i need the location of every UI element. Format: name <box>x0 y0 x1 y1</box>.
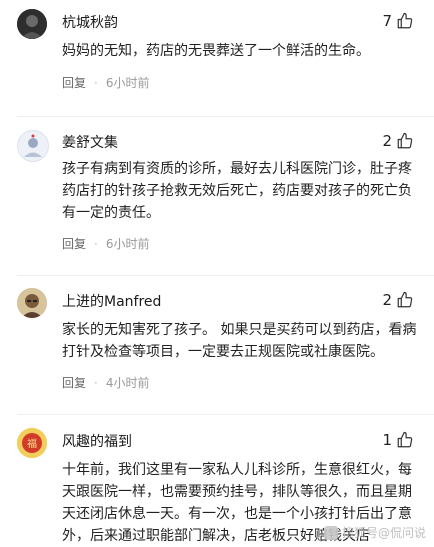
sohu-logo-icon <box>323 525 338 540</box>
username[interactable]: 风趣的福到 <box>62 433 132 451</box>
reply-button[interactable]: 回复 <box>62 374 86 391</box>
like-button[interactable]: 1 <box>382 431 414 449</box>
comment-meta: 回复 · 6小时前 <box>62 74 149 91</box>
username[interactable]: 杭城秋韵 <box>62 14 118 32</box>
divider <box>17 116 434 117</box>
divider <box>17 275 434 276</box>
like-button[interactable]: 2 <box>382 132 414 150</box>
divider <box>17 414 434 415</box>
separator-dot: · <box>94 75 98 90</box>
thumbs-up-icon <box>397 12 413 29</box>
like-button[interactable]: 2 <box>382 291 414 309</box>
timestamp: 6小时前 <box>105 76 150 90</box>
watermark: 搜狐号@侃问说 <box>323 524 426 541</box>
comment-text: 妈妈的无知，药店的无畏葬送了一个鲜活的生命。 <box>62 43 370 59</box>
watermark-text: 搜狐号@侃问说 <box>341 526 426 540</box>
comment-meta: 回复 · 4小时前 <box>62 374 149 391</box>
comment-text: 孩子有病到有资质的诊所，最好去儿科医院门诊，肚子疼药店打的针孩子抢救无效后死亡，… <box>62 161 412 221</box>
reply-button[interactable]: 回复 <box>62 235 86 252</box>
thumbs-up-icon <box>397 431 413 448</box>
separator-dot: · <box>94 236 98 251</box>
like-count: 7 <box>382 12 392 30</box>
like-count: 2 <box>382 291 392 309</box>
avatar[interactable] <box>17 288 47 318</box>
comment-meta: 回复 · 6小时前 <box>62 235 149 252</box>
username[interactable]: 姜舒文集 <box>62 134 118 152</box>
timestamp: 4小时前 <box>105 376 150 390</box>
separator-dot: · <box>94 375 98 390</box>
comment-text: 家长的无知害死了孩子。 如果只是买药可以到药店，看病打针及检查等项目，一定要去正… <box>62 322 417 360</box>
like-count: 2 <box>382 132 392 150</box>
like-button[interactable]: 7 <box>382 12 414 30</box>
thumbs-up-icon <box>397 132 413 149</box>
avatar[interactable]: 福 <box>17 428 47 458</box>
timestamp: 6小时前 <box>105 237 150 251</box>
avatar[interactable] <box>17 9 47 39</box>
svg-text:福: 福 <box>27 437 37 450</box>
reply-button[interactable]: 回复 <box>62 74 86 91</box>
like-count: 1 <box>382 431 392 449</box>
thumbs-up-icon <box>397 291 413 308</box>
avatar[interactable] <box>17 130 49 162</box>
username[interactable]: 上进的Manfred <box>62 293 161 311</box>
